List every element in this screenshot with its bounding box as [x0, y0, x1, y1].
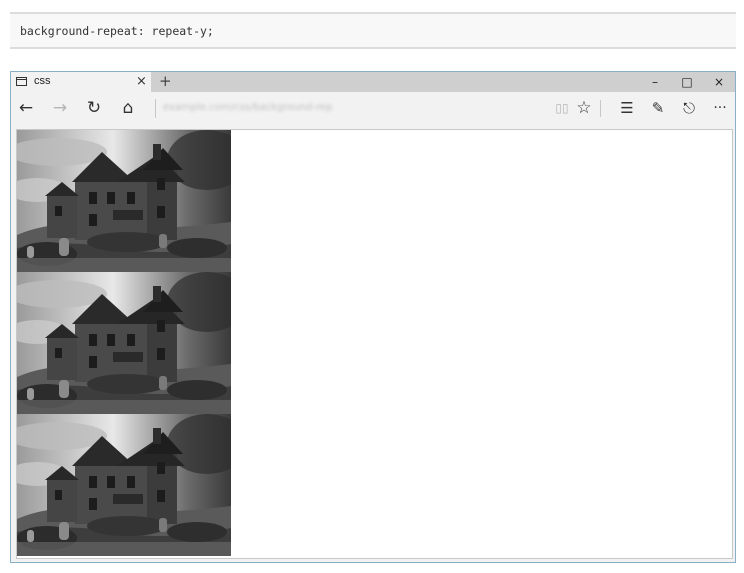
tab-close-icon[interactable]: ×	[136, 73, 147, 91]
refresh-icon[interactable]: ↻	[83, 92, 105, 125]
page-icon	[16, 77, 27, 86]
more-icon[interactable]: ···	[709, 92, 731, 125]
background-tile	[17, 414, 231, 556]
haunted-house-image	[17, 130, 231, 272]
address-bar[interactable]: example.com/css/background-repeat.html	[163, 101, 333, 115]
tab-bar: css × + – □ ×	[11, 72, 735, 92]
browser-window: css × + – □ × ← → ↻ ⌂ example.com/css/ba…	[10, 71, 736, 563]
haunted-house-image	[17, 272, 231, 414]
haunted-house-image	[17, 414, 231, 556]
page-viewport	[16, 129, 733, 559]
address-separator	[155, 99, 156, 118]
star-icon[interactable]: ☆	[573, 92, 595, 125]
share-icon[interactable]: ⎋	[678, 92, 700, 125]
maximize-button[interactable]: □	[677, 72, 697, 92]
minimize-button[interactable]: –	[645, 72, 665, 92]
tab-title: css	[34, 75, 51, 87]
background-tile	[17, 130, 231, 272]
forward-arrow-icon[interactable]: →	[49, 92, 71, 125]
nav-toolbar: ← → ↻ ⌂ example.com/css/background-repea…	[11, 92, 735, 125]
close-window-button[interactable]: ×	[709, 72, 729, 92]
new-tab-button[interactable]: +	[159, 72, 172, 91]
back-arrow-icon[interactable]: ←	[15, 92, 37, 125]
home-icon[interactable]: ⌂	[117, 92, 139, 125]
tab-css[interactable]: css ×	[11, 72, 151, 92]
code-snippet: background-repeat: repeat-y;	[10, 12, 736, 49]
reading-view-icon[interactable]: ▯▯	[551, 92, 573, 125]
web-note-icon[interactable]: ✎	[647, 92, 669, 125]
background-tile	[17, 272, 231, 414]
hub-icon[interactable]: ☰	[616, 92, 638, 125]
toolbar-separator	[600, 100, 601, 117]
